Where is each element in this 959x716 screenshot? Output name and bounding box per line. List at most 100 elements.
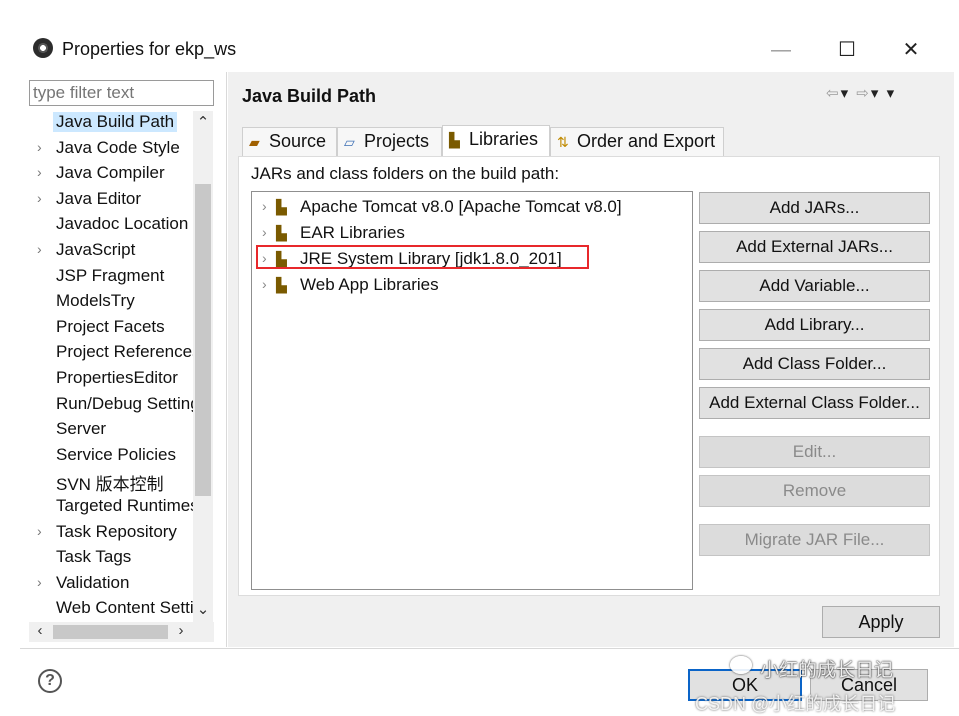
sidebar-item[interactable]: Web Content Settings [29, 597, 194, 622]
sidebar-item-label: PropertiesEditor [56, 368, 178, 387]
library-label: Web App Libraries [300, 275, 439, 294]
help-icon[interactable]: ? [38, 669, 62, 693]
expand-icon[interactable]: › [262, 198, 267, 214]
tab-order-label: Order and Export [577, 131, 716, 151]
sidebar-item-label: Java Editor [56, 188, 142, 208]
tab-source[interactable]: ▰ Source [242, 127, 337, 156]
projects-folder-icon: ▱ [344, 134, 355, 150]
back-arrow-icon[interactable]: ⇦ [826, 85, 841, 102]
expand-icon[interactable]: › [262, 276, 267, 292]
tab-order-and-export[interactable]: ⇅ Order and Export [550, 127, 724, 156]
sidebar-item[interactable]: › JavaScript [29, 239, 194, 264]
sidebar-item[interactable]: Server [29, 418, 194, 443]
libraries-icon: ▙ [449, 132, 460, 148]
sidebar-item[interactable]: Java Build Path [29, 111, 194, 136]
sidebar-item-label: Java Compiler [56, 163, 165, 183]
forward-arrow-icon[interactable]: ⇨ [856, 85, 871, 102]
list-item[interactable]: › ▙ Apache Tomcat v8.0 [Apache Tomcat v8… [252, 195, 692, 221]
edit-button[interactable]: Edit... [699, 436, 930, 468]
tab-source-label: Source [269, 131, 327, 151]
migrate-jar-file-button[interactable]: Migrate JAR File... [699, 524, 930, 556]
minimize-button[interactable]: — [758, 36, 804, 64]
scrollbar-thumb[interactable] [195, 184, 211, 496]
footer-divider [20, 648, 959, 649]
close-button[interactable]: ✕ [888, 36, 934, 64]
sidebar-item-label: Service Policies [56, 444, 176, 464]
add-jars-button[interactable]: Add JARs... [699, 192, 930, 224]
sidebar-tree: Java Build Path › Java Code Style › Java Com… [29, 111, 194, 623]
tab-libraries[interactable]: ▙ Libraries [442, 125, 550, 156]
sidebar-item-label: Task Repository [56, 521, 177, 541]
page-title: Java Build Path [242, 86, 377, 106]
horizontal-scrollbar-thumb[interactable] [53, 625, 168, 639]
sidebar-item-label: Project References [56, 342, 194, 362]
sidebar-item[interactable]: Task Tags [29, 546, 194, 571]
filter-input[interactable] [29, 80, 214, 106]
sidebar-item-label: Java Code Style [56, 137, 180, 157]
expand-icon[interactable]: › [37, 241, 42, 257]
scroll-down-icon[interactable]: ⌄ [193, 600, 213, 618]
tab-projects[interactable]: ▱ Projects [337, 127, 442, 156]
list-item[interactable]: › ▙ Web App Libraries [252, 273, 692, 299]
sidebar-item[interactable]: ModelsTry [29, 290, 194, 315]
add-class-folder-button[interactable]: Add Class Folder... [699, 348, 930, 380]
apply-button[interactable]: Apply [822, 606, 940, 638]
highlight-annotation-box [256, 245, 589, 269]
expand-icon[interactable]: › [37, 190, 42, 206]
sidebar-item[interactable]: Run/Debug Settings [29, 393, 194, 418]
list-item[interactable]: › ▙ EAR Libraries [252, 221, 692, 247]
add-library-button[interactable]: Add Library... [699, 309, 930, 341]
add-variable-button[interactable]: Add Variable... [699, 270, 930, 302]
sidebar-item[interactable]: › Java Code Style [29, 137, 194, 162]
sidebar-item[interactable]: Targeted Runtimes [29, 495, 194, 520]
scroll-up-icon[interactable]: ⌃ [193, 113, 213, 131]
library-label: EAR Libraries [300, 223, 405, 242]
sidebar-item-label: Targeted Runtimes [56, 496, 194, 515]
forward-menu-icon[interactable]: ▾ [871, 85, 881, 102]
tab-libraries-label: Libraries [469, 129, 539, 149]
back-menu-icon[interactable]: ▾ [841, 85, 851, 102]
expand-icon[interactable]: › [37, 164, 42, 180]
library-icon: ▙ [276, 199, 287, 215]
sidebar-item-label: JavaScript [56, 240, 136, 259]
maximize-button[interactable]: ☐ [824, 36, 870, 64]
add-external-jars-button[interactable]: Add External JARs... [699, 231, 930, 263]
sidebar-item-label: Run/Debug Settings [56, 393, 194, 413]
sidebar-item[interactable]: › Java Compiler [29, 162, 194, 187]
expand-icon[interactable]: › [37, 523, 42, 539]
order-export-icon: ⇅ [557, 134, 569, 150]
build-path-label: JARs and class folders on the build path… [251, 164, 560, 183]
sidebar-item-label: Task Tags [56, 547, 132, 567]
library-label: Apache Tomcat v8.0 [Apache Tomcat v8.0] [300, 197, 622, 216]
view-menu-icon[interactable]: ▾ [887, 85, 897, 102]
sidebar-item-label: Project Facets [56, 316, 165, 336]
sidebar-item[interactable]: PropertiesEditor [29, 367, 194, 392]
sidebar-item[interactable]: › Java Editor [29, 188, 194, 213]
watermark-subtext: CSDN @小红的成长日记 [695, 694, 896, 714]
sidebar-item[interactable]: Project Facets [29, 316, 194, 341]
expand-icon[interactable]: › [37, 139, 42, 155]
sidebar-item-label: JSP Fragment [56, 265, 165, 285]
sidebar-item[interactable]: Service Policies [29, 444, 194, 469]
sidebar-item[interactable]: › Validation [29, 572, 194, 597]
scroll-right-icon[interactable]: › [172, 622, 190, 642]
sidebar-item[interactable]: Project References [29, 341, 194, 366]
scroll-left-icon[interactable]: ‹ [31, 622, 49, 642]
sidebar-item-label: SVN 版本控制 [56, 475, 164, 495]
eclipse-app-icon [33, 38, 53, 58]
sidebar-item-label: Java Build Path [53, 112, 178, 132]
expand-icon[interactable]: › [37, 574, 42, 590]
add-external-class-folder-button[interactable]: Add External Class Folder... [699, 387, 930, 419]
window-title: Properties for ekp_ws [62, 39, 237, 59]
history-navigation[interactable]: ⇦▾ ⇨▾ ▾ [826, 84, 896, 102]
remove-button[interactable]: Remove [699, 475, 930, 507]
sidebar-item[interactable]: JSP Fragment [29, 265, 194, 290]
expand-icon[interactable]: › [262, 224, 267, 240]
wechat-logo-icon [730, 656, 752, 674]
sidebar-item[interactable]: › Task Repository [29, 521, 194, 546]
sidebar-item[interactable]: Javadoc Location [29, 213, 194, 238]
tab-projects-label: Projects [364, 131, 430, 151]
sidebar-item[interactable]: SVN 版本控制 [29, 469, 194, 494]
source-folder-icon: ▰ [249, 134, 260, 150]
library-icon: ▙ [276, 277, 287, 293]
